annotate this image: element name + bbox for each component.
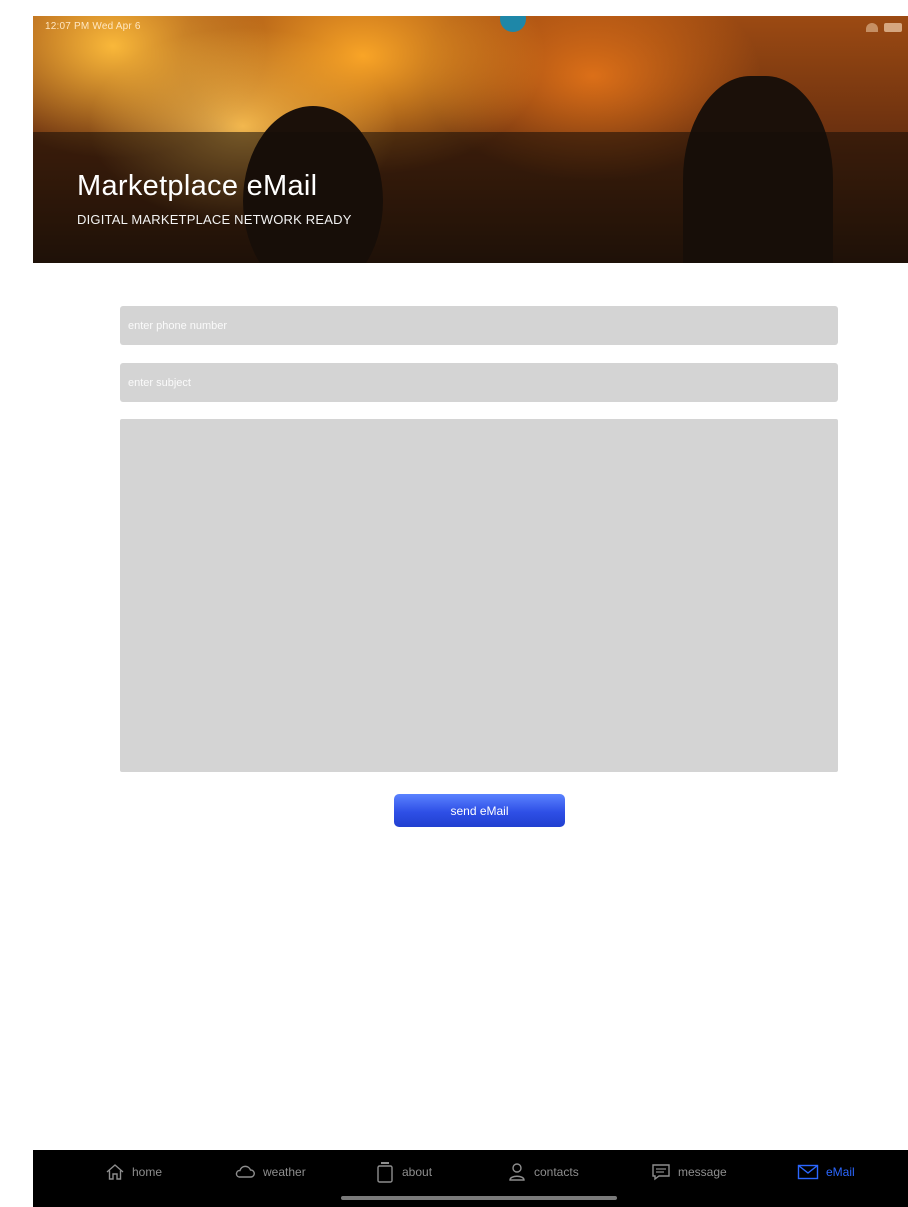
message-body-textarea[interactable]: [120, 419, 838, 772]
app-screen: 12:07 PM Wed Apr 6 Marketplace eMail DIG…: [33, 16, 908, 1207]
tab-weather-label: weather: [263, 1165, 306, 1179]
phone-number-input[interactable]: [120, 306, 838, 345]
tab-about[interactable]: about: [375, 1160, 432, 1184]
tab-home-label: home: [132, 1165, 163, 1179]
battery-icon: [884, 23, 902, 32]
person-icon: [509, 1163, 525, 1181]
header-banner: 12:07 PM Wed Apr 6 Marketplace eMail DIG…: [33, 16, 908, 263]
home-indicator[interactable]: [341, 1196, 617, 1200]
status-bar-time: 12:07 PM Wed Apr 6: [45, 21, 141, 32]
tab-contacts[interactable]: contacts: [507, 1160, 579, 1184]
tab-email[interactable]: eMail: [797, 1160, 855, 1184]
page-subtitle: DIGITAL MARKETPLACE NETWORK READY: [77, 212, 352, 227]
jar-icon: [377, 1162, 393, 1183]
home-icon: [106, 1164, 124, 1180]
tab-message-label: message: [678, 1165, 727, 1179]
send-email-button[interactable]: send eMail: [394, 794, 565, 827]
status-bar-indicators: [856, 23, 902, 32]
envelope-icon: [797, 1164, 819, 1180]
page-title: Marketplace eMail: [77, 170, 318, 202]
tab-about-label: about: [402, 1165, 433, 1179]
tab-message[interactable]: message: [651, 1160, 727, 1184]
tab-weather[interactable]: weather: [234, 1160, 306, 1184]
cloud-icon: [235, 1165, 255, 1178]
tab-home[interactable]: home: [105, 1160, 162, 1184]
tab-email-label: eMail: [826, 1165, 855, 1179]
wifi-icon: [866, 23, 878, 32]
subject-input[interactable]: [120, 363, 838, 402]
message-icon: [652, 1164, 670, 1181]
tab-contacts-label: contacts: [534, 1165, 579, 1179]
